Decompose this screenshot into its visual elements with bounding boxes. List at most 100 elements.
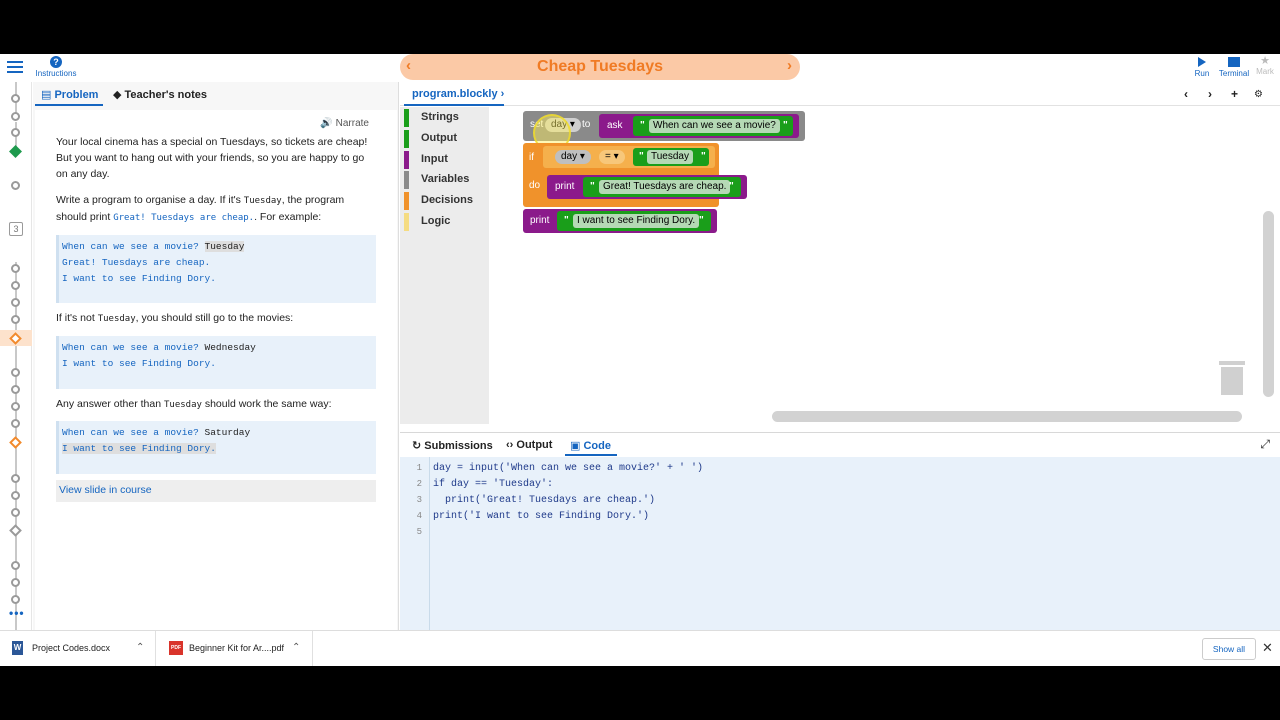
download-item[interactable]: W Project Codes.docx ⌃: [0, 631, 156, 666]
ask-text-field[interactable]: When can we see a movie?: [649, 119, 780, 133]
submissions-icon: ↻: [412, 440, 422, 452]
step-dot[interactable]: [11, 368, 20, 377]
add-file-icon[interactable]: +: [1231, 87, 1238, 101]
problem-content: 🔊 Narrate Your local cinema has a specia…: [35, 110, 397, 666]
step-dot[interactable]: [11, 402, 20, 411]
word-doc-icon: W: [12, 641, 23, 655]
terminal-button[interactable]: Terminal: [1216, 55, 1252, 78]
pdf-icon: PDF: [169, 641, 183, 655]
tab-code[interactable]: ▣ Code: [570, 439, 611, 452]
compare-text-field[interactable]: Tuesday: [647, 150, 693, 164]
next-file-icon[interactable]: ›: [1208, 87, 1212, 101]
download-item[interactable]: PDF Beginner Kit for Ar....pdf ⌃: [157, 631, 313, 666]
step-dot[interactable]: [11, 298, 20, 307]
step-dot[interactable]: [11, 491, 20, 500]
download-filename: Project Codes.docx: [32, 643, 111, 653]
step-number-badge[interactable]: 3: [9, 222, 23, 236]
tab-teachers-notes[interactable]: ◆ Teacher's notes: [113, 88, 207, 101]
step-dot[interactable]: [11, 595, 20, 604]
compare-text-block[interactable]: " Tuesday ": [633, 148, 709, 166]
run-label: Run: [1194, 69, 1210, 78]
code-line-3: print('Great! Tuesdays are cheap.'): [433, 495, 656, 506]
category-variables[interactable]: Variables: [404, 171, 489, 189]
line-number-gutter: 1 2 3 4 5: [400, 457, 430, 633]
compare-block[interactable]: day ▾ = ▾ " Tuesday ": [543, 146, 715, 168]
view-slide-link[interactable]: View slide in course: [56, 480, 376, 502]
print-block-outer[interactable]: print " I want to see Finding Dory. ": [523, 209, 717, 233]
task-paragraph: Write a program to organise a day. If it…: [56, 194, 345, 223]
tab-output[interactable]: ‹› Output: [506, 439, 552, 451]
terminal-label: Terminal: [1218, 69, 1250, 78]
code-brackets-icon: ‹›: [506, 439, 514, 451]
category-output[interactable]: Output: [404, 130, 489, 148]
narrate-button[interactable]: 🔊 Narrate: [320, 118, 369, 129]
top-toolbar: ? Instructions ‹ Cheap Tuesdays › Run Te…: [0, 54, 1280, 82]
ask-block[interactable]: ask " When can we see a movie? ": [599, 114, 799, 138]
category-logic[interactable]: Logic: [404, 213, 489, 231]
step-dot[interactable]: [11, 419, 20, 428]
step-dot[interactable]: [11, 508, 20, 517]
editor-tabs: program.blockly › ‹ › + ⚙: [400, 82, 1280, 106]
category-input[interactable]: Input: [404, 151, 489, 169]
ask-text-block[interactable]: " When can we see a movie? ": [633, 116, 793, 136]
horizontal-scrollbar[interactable]: [772, 411, 1242, 422]
terminal-icon: [1228, 57, 1240, 67]
step-dot[interactable]: [11, 578, 20, 587]
lesson-title-bar: ‹ Cheap Tuesdays ›: [400, 54, 800, 80]
print-text-field-outer[interactable]: I want to see Finding Dory.: [573, 214, 700, 228]
compare-variable[interactable]: day ▾: [555, 150, 591, 164]
vertical-scrollbar[interactable]: [1263, 211, 1274, 397]
if-do-block[interactable]: if do day ▾ = ▾ " Tuesday " print " Grea…: [523, 143, 747, 207]
print-block-inner[interactable]: print " Great! Tuesdays are cheap. ": [547, 175, 747, 199]
step-dot[interactable]: [11, 128, 20, 137]
code-file-icon: ▣: [570, 440, 581, 452]
operator-dropdown[interactable]: = ▾: [599, 150, 625, 164]
step-dot[interactable]: [11, 264, 20, 273]
settings-gear-icon[interactable]: ⚙: [1254, 89, 1263, 100]
expand-icon[interactable]: ⤢: [1260, 437, 1270, 452]
category-decisions[interactable]: Decisions: [404, 192, 489, 210]
trash-can-icon[interactable]: [1219, 361, 1245, 395]
step-complete-diamond[interactable]: [9, 145, 22, 158]
step-dot[interactable]: [11, 181, 20, 190]
chevron-up-icon[interactable]: ⌃: [136, 642, 144, 653]
category-strings[interactable]: Strings: [404, 109, 489, 127]
output-panel: ↻ Submissions ‹› Output ▣ Code ⤢ 1 2 3 4…: [400, 432, 1280, 633]
problem-panel: ▤ Problem ◆ Teacher's notes 🔊 Narrate Yo…: [33, 82, 399, 666]
show-all-button[interactable]: Show all: [1202, 638, 1256, 660]
tab-problem[interactable]: ▤ Problem: [41, 88, 98, 101]
mark-button[interactable]: ★ Mark: [1254, 55, 1276, 76]
prev-file-icon[interactable]: ‹: [1184, 87, 1188, 101]
blockly-workspace[interactable]: set day ▾ to ask " When can we see a mov…: [489, 107, 1280, 432]
speaker-icon: 🔊: [320, 118, 333, 129]
help-icon: ?: [50, 56, 62, 68]
step-diamond[interactable]: [9, 524, 22, 537]
intro-paragraph: Your local cinema has a special on Tuesd…: [56, 136, 368, 180]
step-dot[interactable]: [11, 385, 20, 394]
next-lesson-arrow-icon[interactable]: ›: [787, 57, 792, 74]
step-dot[interactable]: [11, 281, 20, 290]
lesson-title: Cheap Tuesdays: [537, 58, 663, 75]
print-text-field[interactable]: Great! Tuesdays are cheap.: [599, 180, 731, 194]
file-tab-program-blockly[interactable]: program.blockly ›: [412, 88, 504, 100]
step-diamond[interactable]: [9, 436, 22, 449]
instructions-button[interactable]: ? Instructions: [34, 54, 78, 78]
step-dot[interactable]: [11, 561, 20, 570]
step-dot[interactable]: [11, 474, 20, 483]
chevron-up-icon[interactable]: ⌃: [292, 642, 300, 653]
any-answer-paragraph: Any answer other than Tuesday should wor…: [56, 398, 332, 410]
menu-list-icon[interactable]: [7, 59, 25, 77]
step-dot[interactable]: [11, 112, 20, 121]
run-button[interactable]: Run: [1190, 55, 1214, 78]
step-dot[interactable]: [11, 94, 20, 103]
example-tuesday: When can we see a movie? Tuesday Great! …: [56, 235, 376, 303]
print-text-block[interactable]: " Great! Tuesdays are cheap. ": [583, 177, 741, 197]
step-rail: 3 •••: [0, 82, 32, 666]
downloads-bar: W Project Codes.docx ⌃ PDF Beginner Kit …: [0, 630, 1280, 666]
example-saturday: When can we see a movie? Saturday I want…: [56, 421, 376, 474]
more-steps-icon[interactable]: •••: [9, 606, 25, 620]
print-text-block-outer[interactable]: " I want to see Finding Dory. ": [557, 211, 711, 231]
tab-submissions[interactable]: ↻ Submissions: [412, 439, 493, 452]
close-icon[interactable]: ✕: [1262, 640, 1273, 656]
step-dot[interactable]: [11, 315, 20, 324]
